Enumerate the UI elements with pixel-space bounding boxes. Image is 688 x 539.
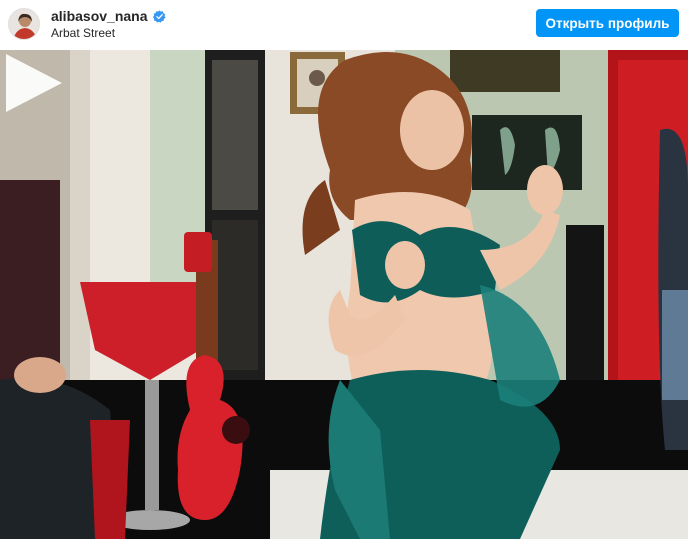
play-icon[interactable]	[0, 50, 66, 116]
avatar-image	[9, 9, 39, 39]
username-row: alibasov_nana	[51, 8, 166, 24]
video-frame	[0, 50, 688, 539]
verified-badge-icon	[152, 9, 166, 23]
post-header: alibasov_nana Arbat Street Открыть профи…	[0, 0, 688, 50]
username-link[interactable]: alibasov_nana	[51, 8, 148, 24]
video-player[interactable]	[0, 50, 688, 539]
open-profile-button[interactable]: Открыть профиль	[536, 9, 679, 37]
location-link[interactable]: Arbat Street	[51, 26, 115, 40]
avatar[interactable]	[8, 8, 40, 40]
